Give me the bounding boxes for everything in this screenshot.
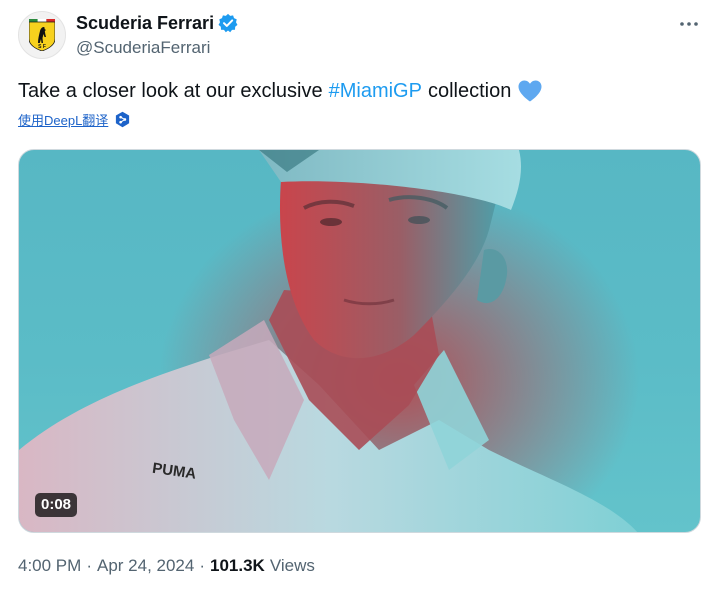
video-player[interactable]: PUMA 0:08 [18, 149, 701, 533]
svg-text:S F: S F [38, 44, 46, 50]
deepl-icon[interactable] [114, 111, 131, 128]
more-options-button[interactable] [676, 14, 702, 34]
video-frame: PUMA [19, 150, 638, 532]
meta-separator: · [199, 556, 206, 575]
tweet-text-before: Take a closer look at our exclusive [18, 80, 323, 102]
display-name[interactable]: Scuderia Ferrari [76, 12, 214, 34]
avatar[interactable]: S F [18, 11, 66, 59]
author-handle[interactable]: @ScuderiaFerrari [76, 37, 238, 59]
tweet-text: Take a closer look at our exclusive #Mia… [18, 78, 543, 104]
display-name-row: Scuderia Ferrari [76, 12, 238, 34]
blue-heart-icon [518, 80, 542, 102]
tweet-time[interactable]: 4:00 PM [18, 556, 81, 576]
author-names: Scuderia Ferrari @ScuderiaFerrari [76, 12, 238, 59]
tweet-date[interactable]: Apr 24, 2024 [97, 556, 194, 576]
tweet-text-after: collection [427, 80, 512, 102]
more-options-icon [680, 22, 698, 26]
meta-separator: · [86, 556, 92, 575]
tweet-meta: 4:00 PM · Apr 24, 2024 · 101.3K Views [18, 556, 315, 576]
translate-link[interactable]: 使用DeepL翻译 [18, 110, 108, 129]
hashtag-link[interactable]: #MiamiGP [329, 78, 422, 104]
views-label: Views [269, 556, 315, 575]
views-count: 101.3K [210, 556, 265, 575]
translate-row: 使用DeepL翻译 [18, 110, 131, 129]
verified-badge-icon[interactable] [218, 13, 238, 33]
tweet-header: S F Scuderia Ferrari @ScuderiaFerrari [18, 10, 702, 62]
video-duration-badge: 0:08 [35, 493, 78, 517]
ferrari-shield-logo-icon: S F [29, 19, 55, 51]
